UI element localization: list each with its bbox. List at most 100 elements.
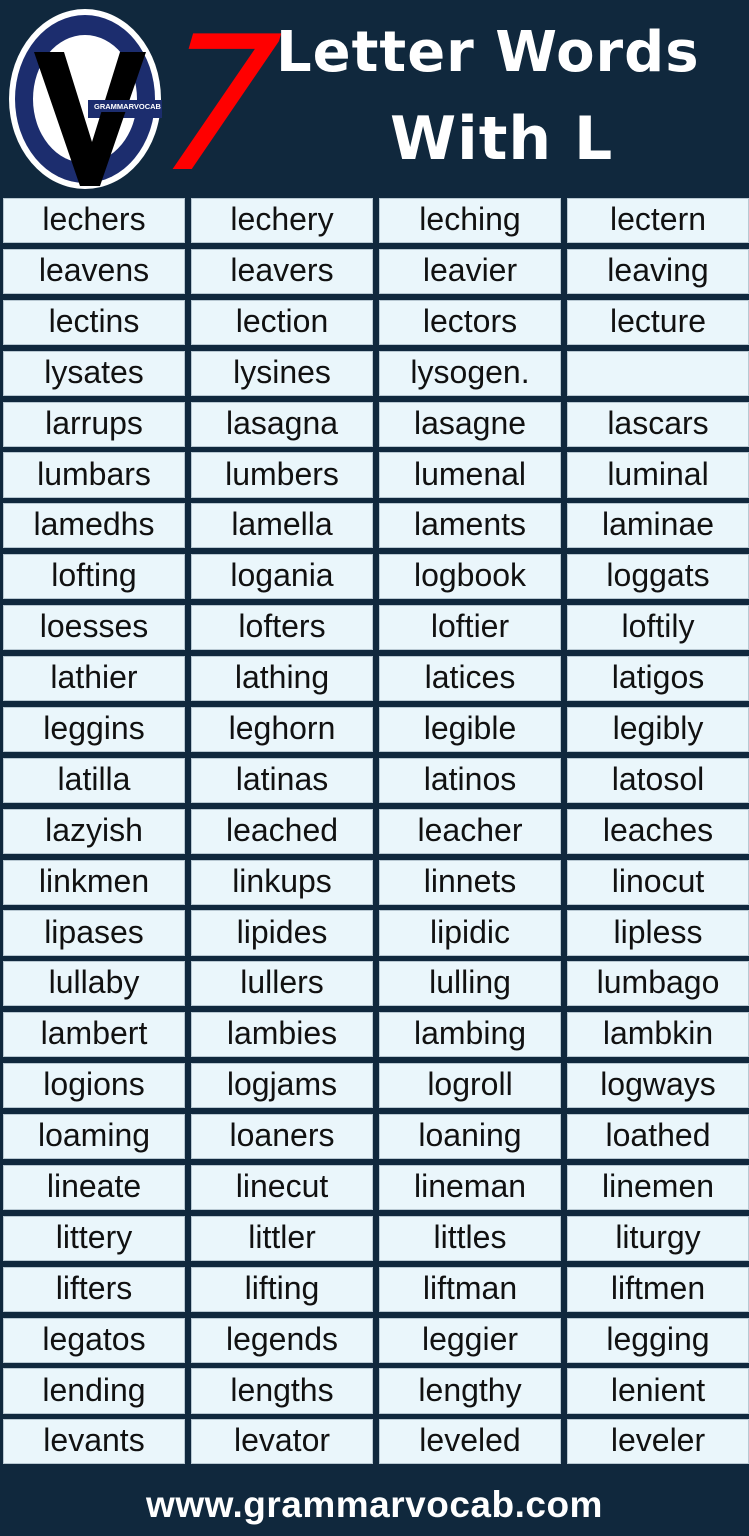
word-cell: latices — [379, 656, 561, 702]
word-cell: lenient — [567, 1368, 749, 1414]
word-cell: latinos — [379, 757, 561, 803]
title-line-2: With L — [390, 104, 614, 174]
word-cell: leaches — [567, 808, 749, 854]
word-cell: logjams — [191, 1063, 373, 1109]
word-cell: liftmen — [567, 1266, 749, 1312]
word-cell: legibly — [567, 706, 749, 752]
word-cell: loaners — [191, 1114, 373, 1160]
word-cell: logania — [191, 554, 373, 600]
number-seven: 7 — [151, 0, 287, 213]
word-cell: loaming — [3, 1114, 185, 1160]
word-cell: lipless — [567, 910, 749, 956]
logo-text: GRAMMARVOCAB — [94, 102, 162, 111]
word-cell: levants — [3, 1419, 185, 1465]
word-cell: logroll — [379, 1063, 561, 1109]
word-cell: lullers — [191, 961, 373, 1007]
word-cell: leavier — [379, 248, 561, 294]
word-cell: leaving — [567, 248, 749, 294]
word-cell: leveled — [379, 1419, 561, 1465]
word-cell: lipases — [3, 910, 185, 956]
word-cell: lambert — [3, 1012, 185, 1058]
word-cell: lectins — [3, 299, 185, 345]
word-cell: lengths — [191, 1368, 373, 1414]
word-cell: loathed — [567, 1114, 749, 1160]
word-cell: loaning — [379, 1114, 561, 1160]
word-cell: lifting — [191, 1266, 373, 1312]
word-cell: lechery — [191, 198, 373, 244]
word-cell: lection — [191, 299, 373, 345]
word-cell: laments — [379, 503, 561, 549]
word-cell: linocut — [567, 859, 749, 905]
word-cell: logways — [567, 1063, 749, 1109]
word-cell: lumbers — [191, 452, 373, 498]
word-cell: lipidic — [379, 910, 561, 956]
word-cell: loesses — [3, 605, 185, 651]
word-cell: lumenal — [379, 452, 561, 498]
word-cell: leacher — [379, 808, 561, 854]
word-cell: lasagna — [191, 401, 373, 447]
word-cell: leggier — [379, 1317, 561, 1363]
word-cell: linkmen — [3, 859, 185, 905]
word-cell: lathier — [3, 656, 185, 702]
word-cell: laminae — [567, 503, 749, 549]
word-cell: littler — [191, 1215, 373, 1261]
word-cell: leveler — [567, 1419, 749, 1465]
word-cell: lasagne — [379, 401, 561, 447]
word-cell: lambies — [191, 1012, 373, 1058]
word-cell: linnets — [379, 859, 561, 905]
word-cell: lysates — [3, 350, 185, 396]
word-cell: liturgy — [567, 1215, 749, 1261]
word-cell: leached — [191, 808, 373, 854]
word-cell: latigos — [567, 656, 749, 702]
word-cell: larrups — [3, 401, 185, 447]
word-cell: legible — [379, 706, 561, 752]
word-cell: lipides — [191, 910, 373, 956]
word-cell: legatos — [3, 1317, 185, 1363]
word-cell: loftier — [379, 605, 561, 651]
word-cell: lambing — [379, 1012, 561, 1058]
word-cell: lifters — [3, 1266, 185, 1312]
word-cell: leavers — [191, 248, 373, 294]
word-cell: latilla — [3, 757, 185, 803]
word-cell: latosol — [567, 757, 749, 803]
word-cell: lascars — [567, 401, 749, 447]
word-cell: lulling — [379, 961, 561, 1007]
word-cell: lectern — [567, 198, 749, 244]
word-cell: lamedhs — [3, 503, 185, 549]
word-cell: lumbars — [3, 452, 185, 498]
word-cell: lumbago — [567, 961, 749, 1007]
word-cell: levator — [191, 1419, 373, 1465]
word-cell: logbook — [379, 554, 561, 600]
word-cell: lofting — [3, 554, 185, 600]
word-cell: littery — [3, 1215, 185, 1261]
gv-logo-icon: GRAMMARVOCAB — [9, 9, 162, 189]
website-url: www.grammarvocab.com — [146, 1484, 603, 1525]
word-cell: lechers — [3, 198, 185, 244]
header: GRAMMARVOCAB 7 Letter Words With L — [0, 0, 749, 213]
word-cell: leggins — [3, 706, 185, 752]
word-cell: lathing — [191, 656, 373, 702]
word-cell: leavens — [3, 248, 185, 294]
word-cell: lambkin — [567, 1012, 749, 1058]
word-cell: liftman — [379, 1266, 561, 1312]
word-cell: linkups — [191, 859, 373, 905]
word-cell: lineate — [3, 1164, 185, 1211]
word-cell: loftily — [567, 605, 749, 651]
word-cell: legging — [567, 1317, 749, 1363]
title-line-1: Letter Words — [276, 20, 700, 85]
word-cell: littles — [379, 1215, 561, 1261]
word-cell: logions — [3, 1063, 185, 1109]
word-cell: lecture — [567, 299, 749, 345]
word-grid: lechers lechery leching lectern leavens leave… — [3, 198, 749, 1465]
word-cell: lysogen. — [379, 350, 561, 396]
word-cell: leching — [379, 198, 561, 244]
word-cell: lullaby — [3, 961, 185, 1007]
word-cell: linecut — [191, 1164, 373, 1211]
word-cell: lazyish — [3, 808, 185, 854]
word-cell: leghorn — [191, 706, 373, 752]
word-cell: luminal — [567, 452, 749, 498]
word-cell: lofters — [191, 605, 373, 651]
word-cell: latinas — [191, 757, 373, 803]
word-cell: lysines — [191, 350, 373, 396]
word-cell: lectors — [379, 299, 561, 345]
